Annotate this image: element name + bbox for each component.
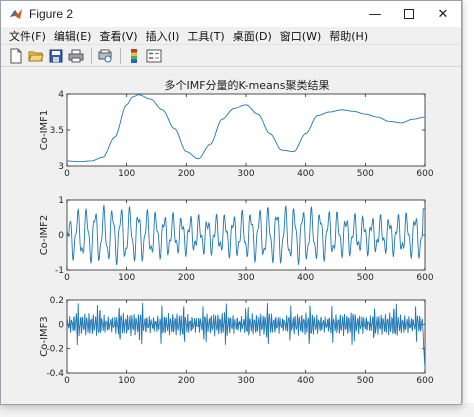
x-tick-label: 500 [357, 273, 374, 283]
title-bar[interactable]: Figure 2 — ✕ [1, 1, 461, 27]
menu-tools[interactable]: 工具(T) [183, 28, 228, 44]
x-tick-label: 200 [178, 169, 195, 179]
x-tick-label: 100 [118, 169, 135, 179]
y-tick-label: -1 [55, 266, 64, 276]
figure-canvas: 多个IMF分量的K-means聚类结果 0 100 200 300 400 500 600 3… [1, 68, 461, 404]
save-button[interactable] [47, 47, 65, 65]
menu-view[interactable]: 查看(V) [95, 28, 141, 44]
x-tick-label: 300 [237, 169, 254, 179]
y-axis-label: Co-IMF3 [39, 316, 50, 357]
colorbar-button[interactable] [125, 47, 143, 65]
y-tick-label: 3 [58, 162, 64, 172]
menu-edit[interactable]: 编辑(E) [50, 28, 96, 44]
toolbar [1, 45, 461, 67]
x-tick-label: 200 [178, 376, 195, 386]
print-icon [68, 49, 84, 62]
open-folder-icon [28, 51, 44, 61]
y-tick-label: 0 [58, 231, 64, 241]
x-tick-label: 100 [118, 273, 135, 283]
menu-insert[interactable]: 插入(I) [142, 28, 184, 44]
y-tick-label: 0 [58, 320, 64, 330]
x-tick-label: 0 [64, 169, 70, 179]
y-tick-label: -0.4 [46, 369, 64, 379]
new-figure-button[interactable] [7, 47, 25, 65]
print-preview-button[interactable] [96, 47, 114, 65]
open-file-button[interactable] [27, 47, 45, 65]
toolbar-separator [91, 47, 92, 64]
menu-desktop[interactable]: 桌面(D) [229, 28, 276, 44]
menu-bar: 文件(F) 编辑(E) 查看(V) 插入(I) 工具(T) 桌面(D) 窗口(W… [1, 27, 461, 45]
x-tick-label: 300 [237, 376, 254, 386]
menu-help[interactable]: 帮助(H) [325, 28, 372, 44]
x-tick-label: 400 [297, 376, 314, 386]
colorbar-icon [131, 48, 137, 63]
x-tick-label: 300 [237, 273, 254, 283]
y-tick-label: 3.5 [50, 126, 64, 136]
axes-2-frame [66, 199, 426, 271]
y-tick-label: 1 [58, 196, 64, 206]
y-tick-label: 4 [58, 90, 64, 100]
x-tick-label: 400 [297, 169, 314, 179]
x-tick-label: 100 [118, 376, 135, 386]
new-file-icon [10, 48, 22, 63]
plot-svg: 多个IMF分量的K-means聚类结果 0 100 200 300 400 500 6003… [39, 78, 434, 386]
print-button[interactable] [67, 47, 85, 65]
y-axis-label: Co-IMF1 [39, 110, 50, 151]
legend-icon [146, 49, 162, 62]
background-window-bottom [0, 403, 474, 417]
save-icon [49, 49, 63, 62]
figure-title: 多个IMF分量的K-means聚类结果 [164, 78, 329, 92]
maximize-icon [404, 9, 414, 19]
x-tick-label: 600 [416, 376, 433, 386]
matlab-app-icon [10, 9, 22, 19]
background-window-edge [462, 0, 474, 417]
close-button[interactable]: ✕ [421, 1, 465, 27]
toolbar-separator [120, 47, 121, 64]
x-tick-label: 500 [357, 376, 374, 386]
menu-window[interactable]: 窗口(W) [276, 28, 325, 44]
y-tick-label: 0.2 [50, 296, 64, 306]
y-axis-label: Co-IMF2 [39, 215, 50, 256]
close-icon: ✕ [437, 6, 449, 22]
menu-file[interactable]: 文件(F) [5, 28, 50, 44]
legend-button[interactable] [145, 47, 163, 65]
print-preview-icon [98, 49, 112, 62]
x-tick-label: 500 [357, 169, 374, 179]
window-title: Figure 2 [29, 7, 74, 21]
x-tick-label: 0 [64, 376, 70, 386]
minimize-icon: — [368, 6, 382, 22]
x-tick-label: 0 [64, 273, 70, 283]
x-tick-label: 600 [416, 169, 433, 179]
x-tick-label: 600 [416, 273, 433, 283]
x-tick-label: 400 [297, 273, 314, 283]
figure-window: Figure 2 — ✕ 文件(F) 编辑(E) 查看(V) 插入(I) 工具(… [0, 0, 462, 405]
x-tick-label: 200 [178, 273, 195, 283]
